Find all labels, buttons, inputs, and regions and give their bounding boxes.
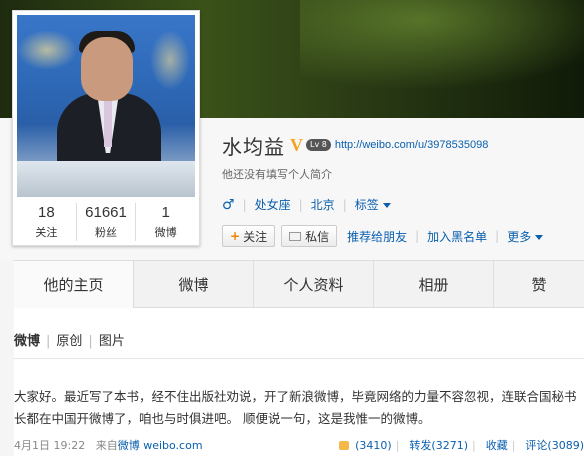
blacklist-link[interactable]: 加入黑名单 [427,228,487,245]
repost-link[interactable]: 转发(3271) [409,439,468,452]
post-text: 大家好。最近写了本书，经不住出版社劝说，开了新浪微博，毕竟网络的力量不容忽视，连… [14,389,577,426]
subnav-all[interactable]: 微博 [14,334,40,349]
level-badge[interactable]: Lv 8 [306,139,331,151]
stat-label: 微博 [154,226,177,239]
male-gender-icon: ♂ [222,196,235,213]
profile-bio: 他还没有填写个人简介 [222,168,332,181]
subnav-pictures[interactable]: 图片 [99,334,125,349]
chevron-down-icon [535,234,544,240]
post-date-link[interactable]: 4月1日 19:22 [14,439,85,452]
stat-number: 1 [161,204,170,221]
stat-posts[interactable]: 1 微博 [136,203,195,241]
profile-stats: 18 关注 61661 粉丝 1 微博 [17,203,195,241]
profile-info: 水均益 V Lv 8 http://weibo.com/u/3978535098… [222,130,582,247]
stat-following[interactable]: 18 关注 [17,203,77,241]
thumbs-up-icon [339,441,350,450]
message-button[interactable]: 私信 [281,225,338,247]
comment-link[interactable]: 评论(3089) [525,439,584,452]
tab-album[interactable]: 相册 [374,261,494,308]
verified-badge-icon[interactable]: V [290,135,303,156]
more-dropdown[interactable]: 更多 [507,228,544,245]
tab-profile-info[interactable]: 个人资料 [254,261,374,308]
stat-followers[interactable]: 61661 粉丝 [77,203,137,241]
post-meta: 4月1日 19:22 来自微博 weibo.com (3410) | 转发(3271… [14,439,584,452]
stat-label: 粉丝 [95,226,117,239]
tab-home[interactable]: 他的主页 [14,261,134,308]
follow-button[interactable]: + 关注 [222,225,276,247]
favorite-link[interactable]: 收藏 [486,439,508,452]
tab-likes[interactable]: 赞 [494,261,584,308]
source-prefix: 来自 [95,439,118,452]
chevron-down-icon [382,203,391,208]
tags-label: 标签 [354,198,379,212]
more-label: 更多 [507,229,532,244]
source-link[interactable]: 微博 weibo.com [118,439,203,452]
tab-weibo[interactable]: 微博 [134,261,254,308]
zodiac-link[interactable]: 处女座 [255,196,291,213]
like-count: (3410) [355,439,392,452]
avatar[interactable] [17,15,195,197]
divider [14,358,584,359]
profile-url-link[interactable]: http://weibo.com/u/3978535098 [335,139,489,151]
stat-number: 18 [37,204,55,221]
follow-label: 关注 [243,229,268,244]
avatar-card: 18 关注 61661 粉丝 1 微博 [12,10,200,246]
profile-tabs: 他的主页 微博 个人资料 相册 赞 [14,260,584,308]
stat-label: 关注 [35,226,58,239]
feed-subnav: 微博 | 原创 | 图片 [14,334,125,349]
profile-name: 水均益 [222,134,285,159]
subnav-original[interactable]: 原创 [56,334,82,349]
like-button[interactable]: (3410) [335,439,392,452]
stat-number: 61661 [85,204,127,221]
location-link[interactable]: 北京 [311,196,335,213]
mail-icon [289,231,302,241]
recommend-link[interactable]: 推荐给朋友 [347,228,407,245]
message-label: 私信 [305,229,330,244]
tags-dropdown[interactable]: 标签 [355,196,391,213]
plus-icon: + [230,229,241,243]
feed: 微博 | 原创 | 图片 大家好。最近写了本书，经不住出版社劝说，开了新浪微博，毕竟网络… [14,308,584,456]
